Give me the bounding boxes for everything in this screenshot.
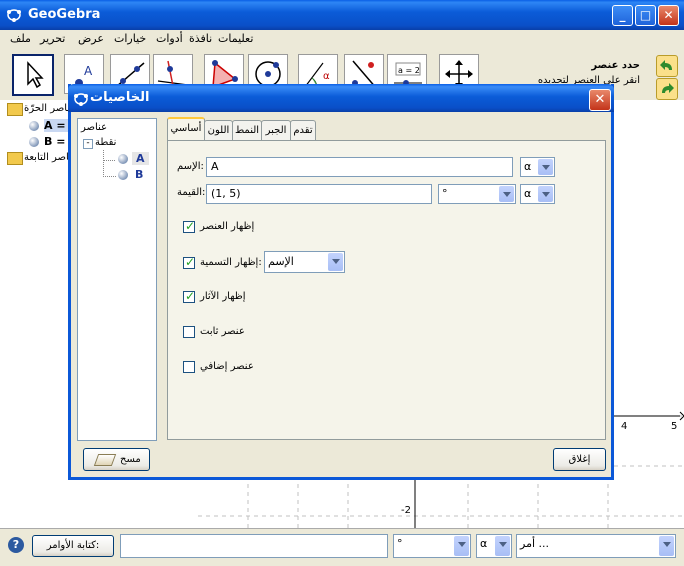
tree-item-a[interactable]: A bbox=[132, 152, 149, 165]
tab-color[interactable]: اللون bbox=[204, 120, 233, 140]
menu-edit[interactable]: تحرير bbox=[40, 32, 65, 45]
show-label-checkbox[interactable] bbox=[183, 255, 195, 269]
show-object-label: إظهار العنصر bbox=[200, 221, 255, 232]
point-a-dot-icon bbox=[118, 154, 128, 164]
close-window-button[interactable]: ✕ bbox=[658, 5, 679, 26]
x-tick-4: 4 bbox=[621, 421, 628, 432]
command-input-field[interactable] bbox=[120, 534, 388, 558]
help-icon[interactable]: ? bbox=[8, 537, 24, 553]
folder-icon bbox=[7, 152, 23, 165]
menu-help[interactable]: تعليمات bbox=[218, 32, 253, 45]
dialog-title-bar[interactable] bbox=[68, 84, 614, 112]
auxiliary-object-label: عنصر إضافي bbox=[200, 361, 254, 372]
maximize-button[interactable]: □ bbox=[635, 5, 656, 26]
close-button[interactable]: إغلاق bbox=[553, 448, 606, 471]
geogebra-logo-icon bbox=[73, 90, 89, 106]
folder-icon bbox=[7, 103, 23, 116]
eraser-icon bbox=[93, 454, 117, 466]
name-greek-combo[interactable]: α bbox=[520, 157, 555, 177]
delete-button[interactable]: مسح bbox=[83, 448, 150, 471]
fix-object-label: عنصر ثابت bbox=[200, 326, 245, 337]
value-input[interactable]: (1, 5) bbox=[206, 184, 432, 204]
dialog-close-button[interactable]: ✕ bbox=[589, 89, 611, 111]
move-tool-button[interactable] bbox=[12, 54, 54, 96]
tree-root[interactable]: عناصر bbox=[81, 122, 107, 133]
value-greek-combo[interactable]: α bbox=[520, 184, 555, 204]
cursor-arrow-icon bbox=[27, 61, 44, 89]
tree-connector bbox=[103, 150, 115, 161]
point-a-dot-icon bbox=[29, 121, 39, 131]
show-object-checkbox[interactable] bbox=[183, 219, 195, 233]
name-label: الإسم: bbox=[177, 161, 204, 172]
greek-symbol-combo[interactable]: α bbox=[476, 534, 512, 558]
show-trace-label: إظهار الآثار bbox=[200, 291, 246, 302]
menu-window[interactable]: نافذة bbox=[189, 32, 212, 45]
tool-name: حدد عنصر bbox=[591, 60, 640, 71]
svg-text:A: A bbox=[84, 64, 93, 78]
svg-text:α: α bbox=[323, 71, 330, 82]
dialog-title: الخاصيات bbox=[90, 90, 150, 105]
label-mode-select[interactable]: الإسم bbox=[264, 251, 345, 273]
command-combo[interactable]: أمر ... bbox=[516, 534, 676, 558]
redo-button[interactable] bbox=[656, 78, 678, 100]
point-b-dot-icon bbox=[118, 170, 128, 180]
redo-arrow-icon bbox=[662, 83, 674, 93]
x-tick-5: 5 bbox=[671, 421, 678, 432]
minimize-button[interactable]: _ bbox=[612, 5, 633, 26]
show-trace-checkbox[interactable] bbox=[183, 289, 195, 303]
tree-item-b[interactable]: B bbox=[135, 168, 143, 181]
tab-algebra[interactable]: الجبر bbox=[261, 120, 291, 140]
tab-style[interactable]: النمط bbox=[232, 120, 262, 140]
tab-basic[interactable]: أساسي bbox=[167, 117, 205, 142]
geogebra-logo-icon bbox=[6, 6, 22, 22]
y-tick-neg2: -2 bbox=[401, 505, 411, 516]
show-label-label: إظهار التسمية: bbox=[200, 257, 262, 268]
menu-file[interactable]: ملف bbox=[10, 32, 31, 45]
main-title-bar bbox=[0, 0, 684, 30]
tree-collapse-icon[interactable]: - bbox=[83, 139, 93, 149]
app-title: GeoGebra bbox=[28, 7, 101, 22]
value-label: القيمة: bbox=[177, 187, 206, 198]
menu-tools[interactable]: أدوات bbox=[156, 32, 183, 45]
object-tree[interactable] bbox=[77, 118, 157, 441]
svg-text:a = 2: a = 2 bbox=[398, 66, 420, 75]
tree-group-points[interactable]: نقطة bbox=[95, 137, 116, 148]
value-degree-combo[interactable]: ° bbox=[438, 184, 516, 204]
menu-options[interactable]: خيارات bbox=[114, 32, 146, 45]
menu-view[interactable]: عرض bbox=[78, 32, 104, 45]
degree-symbol-combo[interactable]: ° bbox=[393, 534, 471, 558]
undo-button[interactable] bbox=[656, 55, 678, 77]
command-input-button[interactable]: كتابة الأوامر: bbox=[32, 535, 114, 557]
fix-object-checkbox[interactable] bbox=[183, 326, 195, 338]
undo-arrow-icon bbox=[660, 60, 672, 70]
tab-advanced[interactable]: تقدم bbox=[290, 120, 316, 140]
point-b-dot-icon bbox=[29, 137, 39, 147]
name-input[interactable]: A bbox=[206, 157, 513, 177]
auxiliary-object-checkbox[interactable] bbox=[183, 361, 195, 373]
